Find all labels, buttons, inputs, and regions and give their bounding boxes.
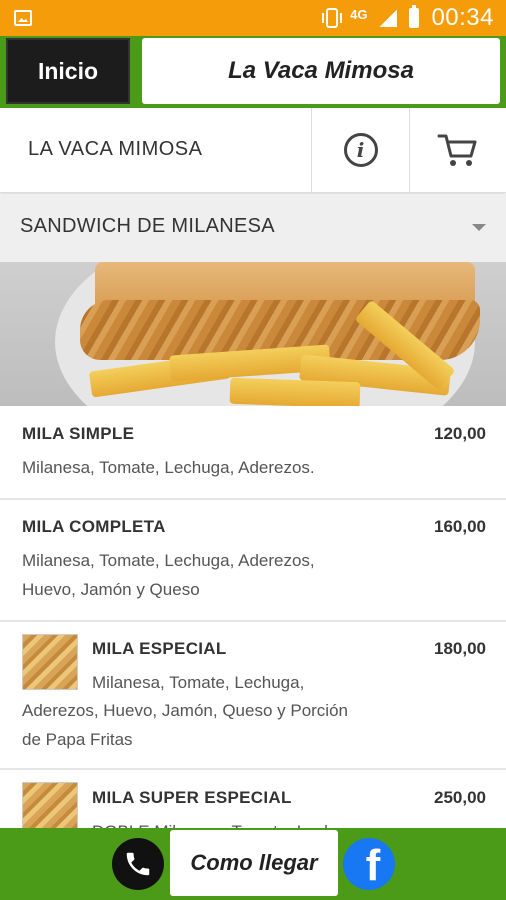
item-description: Milanesa, Tomate, Lechuga, Aderezos. bbox=[22, 458, 315, 477]
item-price: 160,00 bbox=[434, 517, 486, 536]
app-header: Inicio La Vaca Mimosa bbox=[0, 36, 506, 108]
item-thumbnail bbox=[22, 634, 78, 690]
item-price: 120,00 bbox=[434, 424, 486, 443]
restaurant-bar: LA VACA MIMOSA i bbox=[0, 108, 506, 193]
status-icons: 4G 00:34 bbox=[322, 0, 494, 36]
item-price: 250,00 bbox=[434, 788, 486, 807]
network-type: 4G bbox=[350, 6, 368, 22]
app-title: La Vaca Mimosa bbox=[142, 38, 500, 104]
menu-item[interactable]: MILA ESPECIAL 180,00 Milanesa, Tomate, L… bbox=[0, 622, 506, 770]
battery-icon bbox=[409, 5, 420, 28]
item-description: Milanesa, Tomate, Lechuga, bbox=[92, 673, 305, 692]
status-bar: 4G 00:34 bbox=[0, 0, 506, 36]
item-price: 180,00 bbox=[434, 639, 486, 658]
directions-button[interactable]: Como llegar bbox=[170, 830, 338, 896]
cart-icon bbox=[437, 134, 477, 166]
category-label: SANDWICH DE MILANESA bbox=[20, 215, 275, 237]
item-name: MILA SIMPLE bbox=[22, 424, 135, 443]
info-icon: i bbox=[343, 133, 378, 167]
phone-icon bbox=[126, 852, 150, 876]
facebook-icon: f bbox=[365, 841, 381, 890]
cart-button[interactable] bbox=[410, 108, 506, 192]
category-selector[interactable]: SANDWICH DE MILANESA bbox=[0, 194, 506, 262]
info-button[interactable]: i bbox=[312, 108, 409, 192]
signal-icon bbox=[379, 9, 398, 27]
item-description: Milanesa, Tomate, Lechuga, Aderezos, Hue… bbox=[22, 551, 315, 599]
vibrate-icon bbox=[322, 8, 343, 28]
menu-item[interactable]: MILA SIMPLE 120,00 Milanesa, Tomate, Lec… bbox=[0, 406, 506, 500]
category-banner-image bbox=[0, 262, 506, 406]
image-notification-icon bbox=[14, 10, 32, 26]
item-description-continued: Aderezos, Huevo, Jamón, Queso y Porción … bbox=[22, 701, 348, 749]
inicio-button[interactable]: Inicio bbox=[6, 38, 130, 104]
dropdown-arrow-icon bbox=[472, 224, 486, 231]
menu-item[interactable]: MILA COMPLETA 160,00 Milanesa, Tomate, L… bbox=[0, 500, 506, 622]
facebook-button[interactable]: f bbox=[343, 838, 395, 890]
bottom-bar: Como llegar f bbox=[0, 828, 506, 900]
clock: 00:34 bbox=[431, 4, 494, 31]
fry bbox=[229, 377, 361, 406]
item-name: MILA ESPECIAL bbox=[92, 639, 227, 658]
call-button[interactable] bbox=[112, 838, 164, 890]
item-name: MILA COMPLETA bbox=[22, 517, 166, 536]
restaurant-name: LA VACA MIMOSA bbox=[28, 138, 203, 160]
item-name: MILA SUPER ESPECIAL bbox=[92, 788, 292, 807]
